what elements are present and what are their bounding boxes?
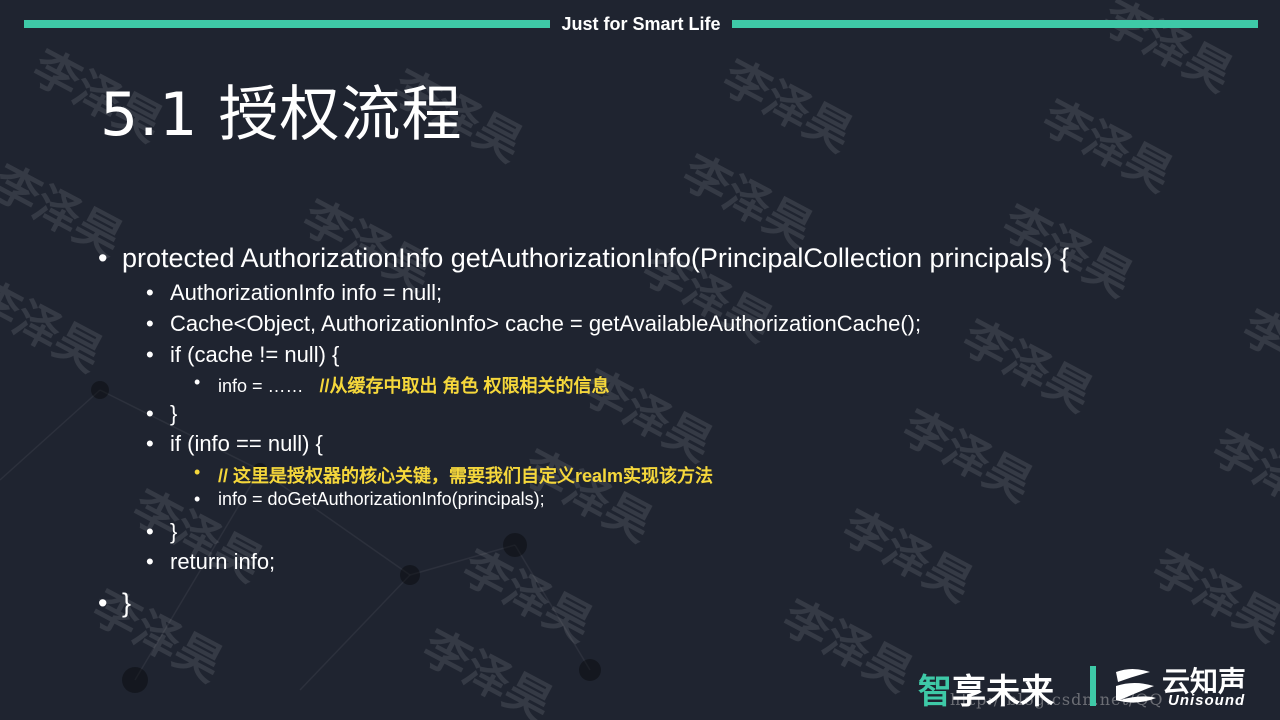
code-line: info = doGetAuthorizationInfo(principals… (218, 489, 545, 510)
bullet-marker: • (146, 519, 154, 544)
bullet-marker: • (146, 342, 154, 367)
code-line: // 这里是授权器的核心关键，需要我们自定义realm实现该方法 (218, 462, 713, 488)
footer-divider (1090, 666, 1096, 706)
code-text: } (122, 588, 132, 618)
slide: 李泽昊 李泽昊 李泽昊 李泽昊 李泽昊 李泽昊 李泽昊 李泽昊 李泽昊 李泽昊 … (0, 0, 1280, 720)
code-line: } (122, 588, 131, 619)
code-line: return info; (170, 549, 275, 575)
code-text: protected AuthorizationInfo getAuthoriza… (122, 243, 1070, 273)
code-line: AuthorizationInfo info = null; (170, 280, 442, 306)
code-line: Cache<Object, AuthorizationInfo> cache =… (170, 311, 921, 337)
code-line: info = …… //从缓存中取出 角色 权限相关的信息 (218, 372, 610, 398)
bullet-marker: • (98, 243, 108, 273)
bullet-marker: • (146, 311, 154, 336)
code-line: if (cache != null) { (170, 342, 339, 368)
slide-title: 5.1 授权流程 (100, 80, 463, 150)
footer-slogan-rest: 享未来 (952, 672, 1054, 712)
code-line: } (170, 519, 177, 545)
bullet-marker: • (194, 489, 201, 509)
code-line: } (170, 401, 177, 427)
code-text: if (cache != null) { (170, 342, 340, 367)
footer-slogan-first: 智 (918, 672, 952, 712)
header-tagline: Just for Smart Life (561, 14, 721, 34)
header-accent-line-right (732, 20, 1258, 28)
bullet-marker: • (146, 401, 154, 426)
code-comment: //从缓存中取出 角色 权限相关的信息 (319, 376, 610, 396)
code-line: protected AuthorizationInfo getAuthoriza… (122, 243, 1069, 274)
code-text: AuthorizationInfo info = null; (170, 280, 443, 305)
code-text: return info; (170, 549, 276, 574)
code-text: info = doGetAuthorizationInfo(principals… (218, 489, 545, 509)
unisound-logo-icon (1116, 669, 1156, 703)
code-text: info = …… (218, 376, 304, 396)
bullet-marker: • (146, 431, 154, 456)
bullet-marker: • (98, 588, 108, 618)
code-text: } (170, 519, 178, 544)
bullet-marker: • (146, 280, 154, 305)
code-text: } (170, 401, 178, 426)
bullet-marker: • (146, 549, 154, 574)
footer-slogan: 智享未来 (918, 664, 1054, 713)
brand-name-en: Unisound (1168, 692, 1246, 709)
code-line: if (info == null) { (170, 431, 323, 457)
code-comment: // 这里是授权器的核心关键，需要我们自定义realm实现该方法 (218, 466, 714, 486)
code-text: Cache<Object, AuthorizationInfo> cache =… (170, 311, 922, 336)
code-text: if (info == null) { (170, 431, 323, 456)
header-accent-line-left (24, 20, 550, 28)
bullet-marker: • (194, 372, 201, 392)
bullet-marker: • (194, 462, 201, 482)
